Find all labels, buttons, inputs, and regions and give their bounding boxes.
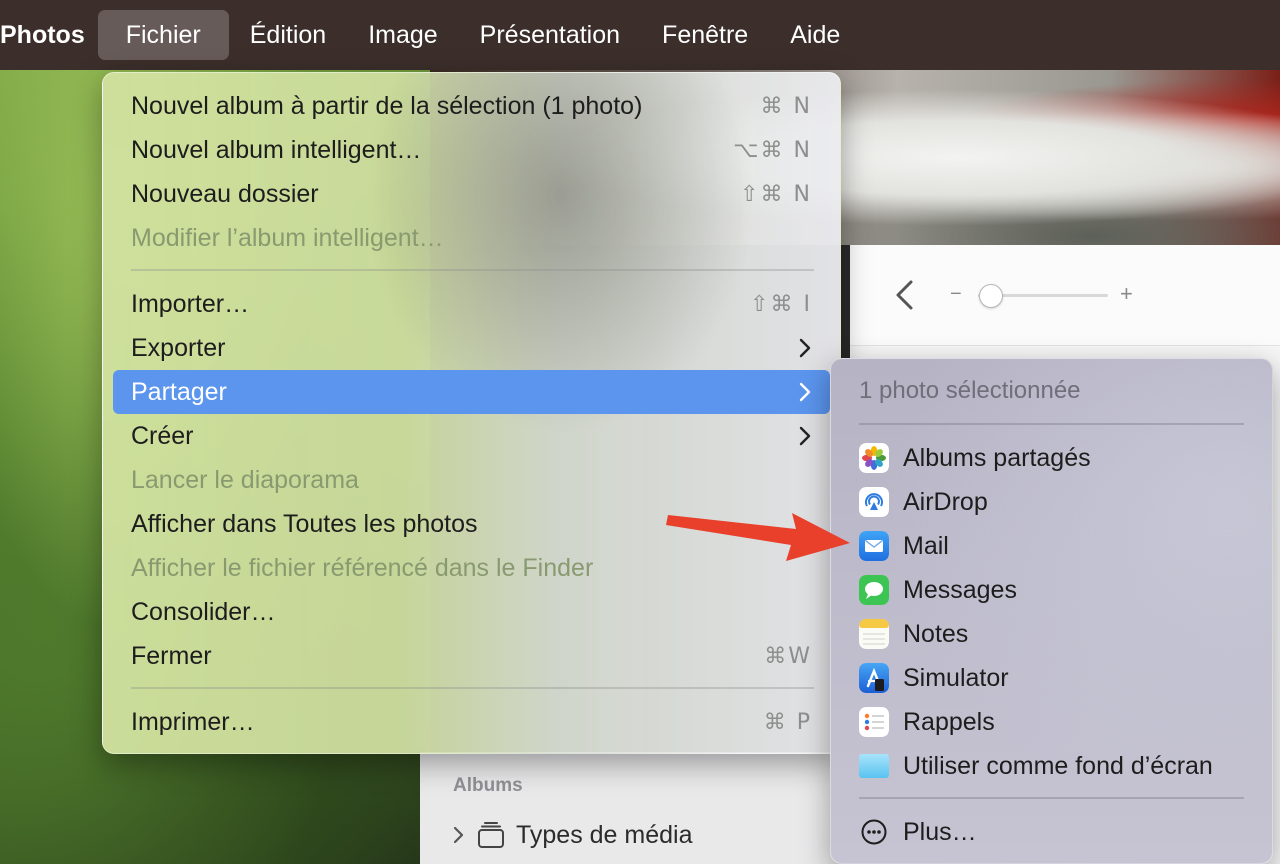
share-item-label: Plus…	[903, 817, 977, 846]
menu-item-export[interactable]: Exporter	[113, 326, 830, 370]
zoom-slider-thumb[interactable]	[979, 284, 1003, 308]
zoom-out-label: −	[950, 283, 962, 305]
menu-item-shortcut: ⌘ P	[763, 709, 812, 735]
media-types-icon	[478, 822, 504, 848]
menu-item-close[interactable]: Fermer ⌘W	[113, 634, 830, 678]
sidebar-item-label: Types de média	[516, 820, 693, 849]
menu-item-label: Exporter	[131, 333, 226, 362]
share-item-simulator[interactable]: Simulator	[859, 656, 1259, 700]
menu-item-label: Afficher dans Toutes les photos	[131, 509, 478, 538]
menu-separator	[131, 269, 814, 271]
menu-item-label: Partager	[131, 377, 227, 406]
mail-icon	[859, 531, 889, 561]
share-item-label: AirDrop	[903, 487, 988, 516]
zoom-in-label: +	[1120, 281, 1133, 306]
menu-item-shortcut: ⌘ N	[760, 93, 812, 119]
share-item-mail[interactable]: Mail	[859, 524, 1259, 568]
menu-item-start-slideshow: Lancer le diaporama	[113, 458, 830, 502]
share-submenu: 1 photo sélectionnée Albums partagés Air…	[830, 358, 1273, 864]
menu-item-label: Nouvel album à partir de la sélection (1…	[131, 91, 643, 120]
chevron-right-icon	[799, 338, 811, 358]
menu-item-new-smart-album[interactable]: Nouvel album intelligent… ⌥⌘ N	[113, 128, 830, 172]
share-item-label: Utiliser comme fond d’écran	[903, 751, 1213, 780]
share-item-messages[interactable]: Messages	[859, 568, 1259, 612]
menu-fenetre[interactable]: Fenêtre	[641, 10, 769, 60]
share-item-label: Rappels	[903, 707, 995, 736]
share-item-airdrop[interactable]: AirDrop	[859, 480, 1259, 524]
menu-image[interactable]: Image	[347, 10, 458, 60]
chevron-right-icon	[799, 382, 811, 402]
menu-item-label: Fermer	[131, 641, 212, 670]
share-submenu-header: 1 photo sélectionnée	[859, 377, 1081, 404]
menu-item-label: Modifier l’album intelligent…	[131, 223, 444, 252]
menu-item-label: Nouveau dossier	[131, 179, 319, 208]
share-item-more[interactable]: Plus…	[859, 810, 1259, 854]
share-item-reminders[interactable]: Rappels	[859, 700, 1259, 744]
menu-item-edit-smart-album: Modifier l’album intelligent…	[113, 216, 830, 260]
menu-item-new-album-from-selection[interactable]: Nouvel album à partir de la sélection (1…	[113, 84, 830, 128]
chevron-right-icon	[799, 426, 811, 446]
menu-separator	[859, 797, 1244, 799]
share-item-label: Albums partagés	[903, 443, 1091, 472]
messages-icon	[859, 575, 889, 605]
menu-item-shortcut: ⇧⌘ N	[740, 181, 812, 207]
airdrop-icon	[859, 487, 889, 517]
share-item-label: Simulator	[903, 663, 1009, 692]
menu-item-consolidate[interactable]: Consolider…	[113, 590, 830, 634]
menu-item-create[interactable]: Créer	[113, 414, 830, 458]
share-item-label: Messages	[903, 575, 1017, 604]
reminders-icon	[859, 707, 889, 737]
share-item-shared-albums[interactable]: Albums partagés	[859, 436, 1259, 480]
share-item-wallpaper[interactable]: Utiliser comme fond d’écran	[859, 744, 1259, 788]
notes-icon	[859, 619, 889, 649]
menu-item-label: Importer…	[131, 289, 250, 318]
menu-item-label: Imprimer…	[131, 707, 255, 736]
sidebar-albums-header: Albums	[453, 775, 523, 796]
menu-edition[interactable]: Édition	[229, 10, 347, 60]
menu-app-photos[interactable]: Photos	[0, 10, 98, 60]
menu-fichier[interactable]: Fichier	[97, 10, 229, 60]
chevron-right-icon[interactable]	[450, 825, 466, 845]
menu-bar: Photos Fichier Édition Image Présentatio…	[0, 0, 1280, 70]
menu-item-label: Afficher le fichier référencé dans le Fi…	[131, 553, 594, 582]
menu-item-shortcut: ⇧⌘ I	[750, 291, 812, 317]
menu-item-new-folder[interactable]: Nouveau dossier ⇧⌘ N	[113, 172, 830, 216]
file-menu: Nouvel album à partir de la sélection (1…	[102, 72, 841, 754]
menu-separator	[131, 687, 814, 689]
menu-item-share[interactable]: Partager	[113, 370, 830, 414]
menu-item-label: Lancer le diaporama	[131, 465, 359, 494]
shared-albums-icon	[859, 443, 889, 473]
menu-item-label: Consolider…	[131, 597, 276, 626]
menu-item-label: Nouvel album intelligent…	[131, 135, 422, 164]
menu-presentation[interactable]: Présentation	[459, 10, 641, 60]
menu-separator	[859, 423, 1244, 425]
share-item-notes[interactable]: Notes	[859, 612, 1259, 656]
wallpaper-icon	[859, 754, 889, 778]
share-item-label: Notes	[903, 619, 969, 648]
simulator-icon	[859, 663, 889, 693]
back-chevron-icon[interactable]	[892, 279, 918, 311]
more-icon	[861, 819, 887, 845]
menu-item-shortcut: ⌘W	[764, 643, 812, 669]
menu-item-print[interactable]: Imprimer… ⌘ P	[113, 700, 830, 744]
menu-item-import[interactable]: Importer… ⇧⌘ I	[113, 282, 830, 326]
share-item-label: Mail	[903, 531, 949, 560]
sidebar-item-media-types[interactable]: Types de média	[450, 818, 693, 852]
menu-item-shortcut: ⌥⌘ N	[733, 137, 812, 163]
menu-item-label: Créer	[131, 421, 194, 450]
menu-aide[interactable]: Aide	[769, 10, 861, 60]
annotation-arrow-icon	[666, 513, 850, 561]
